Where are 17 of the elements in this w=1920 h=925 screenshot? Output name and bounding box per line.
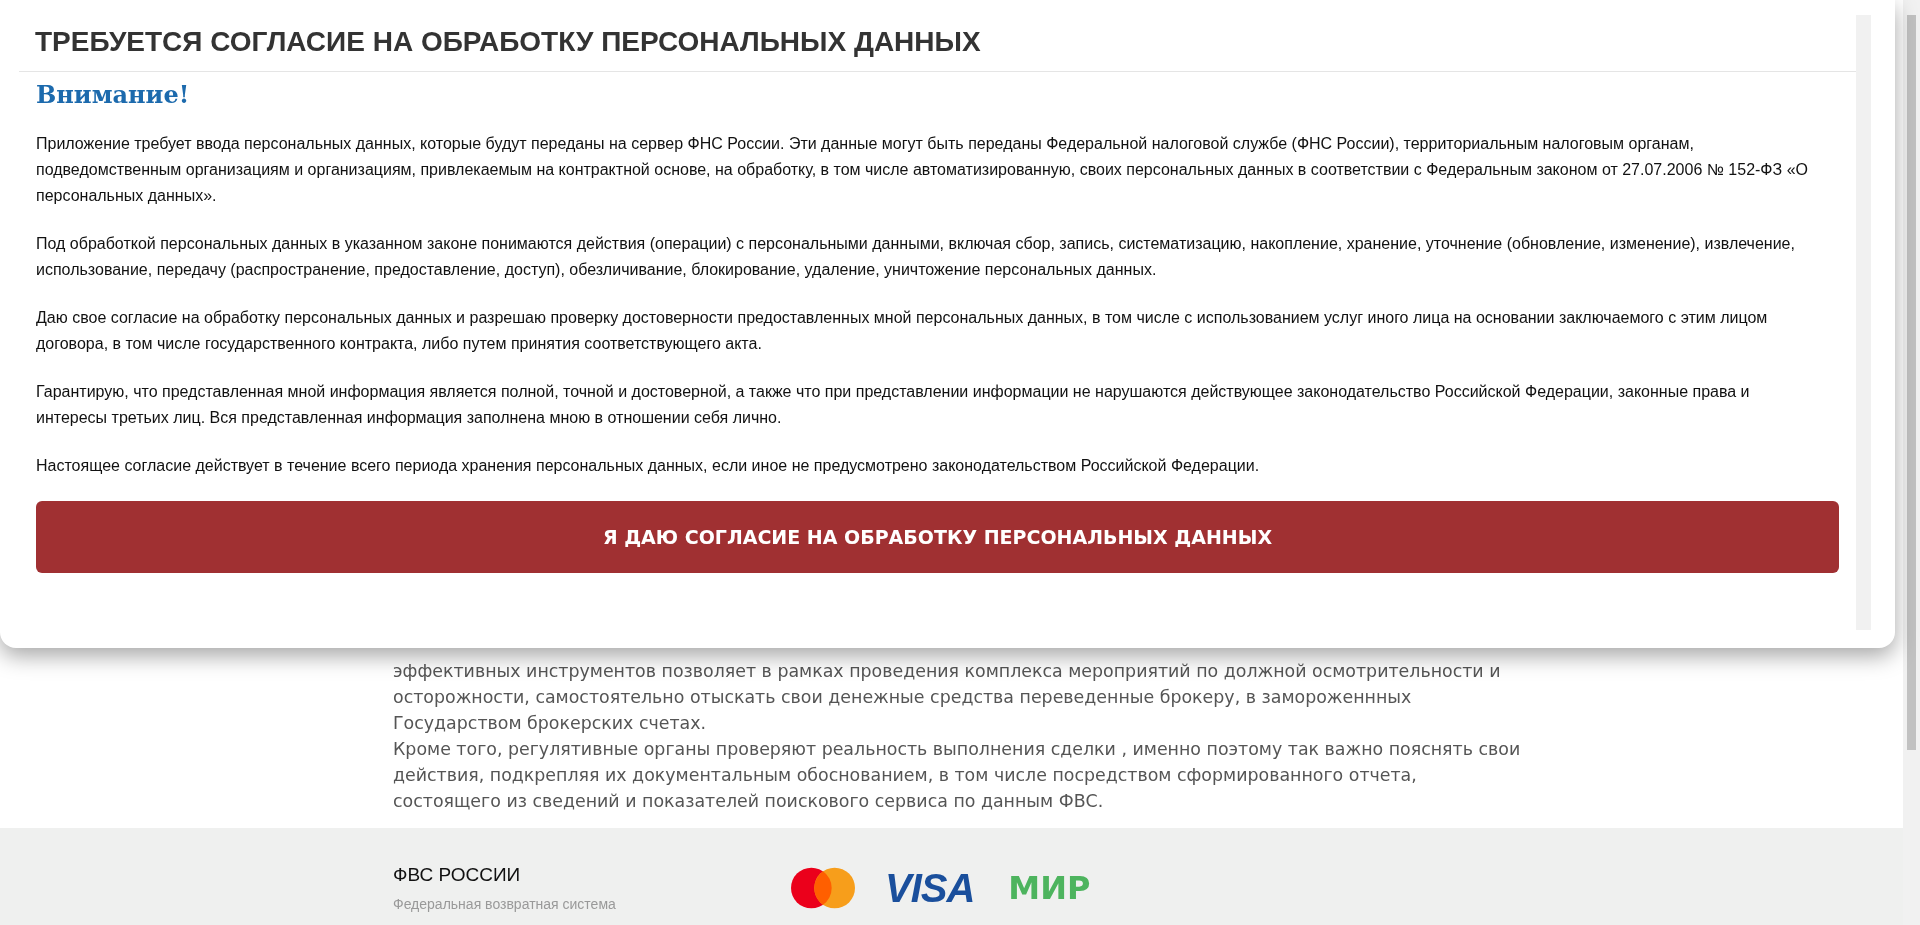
dialog-title: ТРЕБУЕТСЯ СОГЛАСИЕ НА ОБРАБОТКУ ПЕРСОНАЛЬНЫХ ДАННЫХ	[35, 26, 982, 58]
paragraph: Кроме того, регулятивные органы проверяют реальность выполнения сделки , именно поэтому так важно пояснять свои действия, подкрепляя их документальным обоснованием, в том числе посредством сформированного отчета, состоящего из сведений и показателей поискового сервиса по данным ФВС.	[393, 738, 1522, 813]
visa-logo: VISA	[885, 866, 975, 910]
paragraph: Под обработкой персональных данных в указанном законе понимаются действия (операции) с персональными данными, включая сбор, запись, систематизацию, накопление, хранение, уточнение (обновление, изменение), извлечение, использование, передачу (распространение, предоставление, доступ), обезличивание, блокирование, удаление, уничтожение персональных данных.	[36, 234, 1796, 280]
scrollbar[interactable]	[1903, 0, 1920, 925]
notice-heading: Внимание!	[36, 79, 191, 111]
paragraph: эффективных инструментов позволяет в рамках проведения комплекса мероприятий по должной осмотрительности и осторожности, самостоятельно отыскать свои денежные средства переведенные брокеру, в замороженнных Государством брокерских счетах.	[393, 660, 1502, 735]
paragraph: Даю свое согласие на обработку персональных данных и разрешаю проверку достоверности предоставленных мной персональных данных, в том числе с использованием услуг иного лица на основании заключаемого с этим лицом договора, в том числе государственного контракта, либо путем принятия соответствующего акта.	[36, 308, 1769, 354]
paragraph: Настоящее согласие действует в течение всего периода хранения персональных данных, если иное не предусмотрено законодательством Российской Федерации.	[36, 456, 1261, 476]
paragraph: Приложение требует ввода персональных данных, которые будут переданы на сервер ФНС России. Эти данные могут быть переданы Федеральной налоговой службе (ФНС России), территориальным налоговым органам, подведомственным организациям и организациям, привлекаемым на контрактной основе, на обработку, в том числе автоматизированную, своих персональных данных в соответствии с Федеральным законом от 27.07.2006 № 152-ФЗ «О персональных данных».	[36, 134, 1809, 206]
mastercard-logo	[791, 866, 855, 910]
scrollbar[interactable]	[1856, 15, 1871, 630]
site-name: ФВС РОССИИ	[393, 864, 522, 886]
mir-logo: МИР	[1008, 868, 1091, 909]
site-tagline: Федеральная возвратная система	[393, 896, 617, 912]
consent-button[interactable]: Я ДАЮ СОГЛАСИЕ НА ОБРАБОТКУ ПЕРСОНАЛЬНЫХ ДАННЫХ	[36, 501, 1839, 573]
paragraph: Гарантирую, что представленная мной информация является полной, точной и достоверной, а также что при представлении информации не нарушаются действующее законодательство Российской Федерации, законные права и интересы третьих лиц. Вся представленная информация заполнена мною в отношении себя лично.	[36, 382, 1751, 428]
